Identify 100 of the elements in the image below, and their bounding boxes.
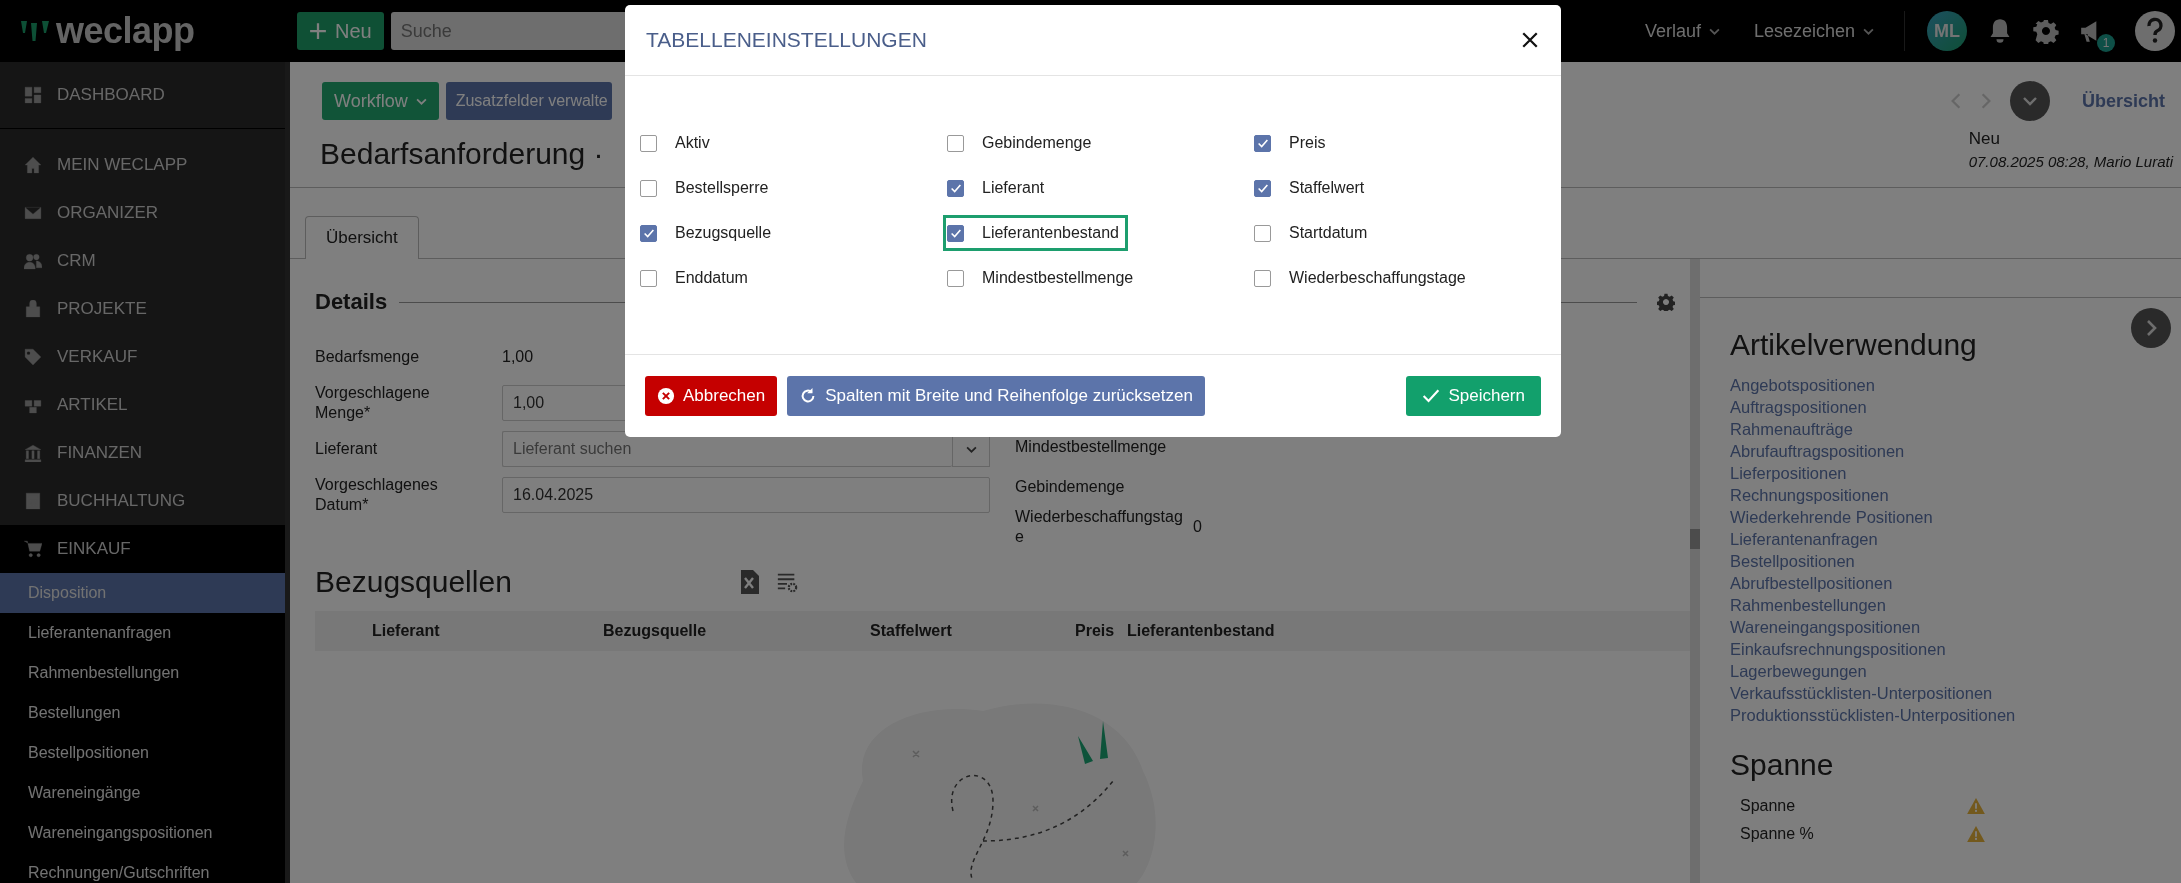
user-avatar[interactable]: ML (1927, 11, 1967, 51)
settings-icon[interactable] (1657, 293, 1675, 311)
sidebar-item[interactable]: EINKAUF (0, 525, 285, 573)
excel-export-icon[interactable] (738, 570, 760, 594)
field-label: Gebindemenge (1015, 477, 1126, 497)
expand-circle-button[interactable] (2009, 81, 2050, 121)
checkbox[interactable] (1254, 134, 1271, 152)
checkbox-option[interactable]: Preis (1250, 125, 1335, 161)
checkbox[interactable] (947, 224, 964, 242)
sidebar-subitem[interactable]: Rechnungen/Gutschriften (0, 853, 285, 883)
checkbox[interactable] (947, 134, 964, 152)
sidebar-item[interactable]: PROJEKTE (0, 285, 285, 333)
checkbox[interactable] (640, 269, 657, 287)
checkbox-option[interactable]: Gebindemenge (943, 125, 1101, 161)
tab[interactable]: Übersicht (305, 216, 419, 259)
checkbox[interactable] (1254, 224, 1271, 242)
sidebar-item[interactable]: VERKAUF (0, 333, 285, 381)
checkbox[interactable] (640, 224, 657, 242)
cancel-button[interactable]: Abbrechen (645, 376, 778, 416)
people-icon (24, 252, 42, 270)
usage-link[interactable]: Bestellpositionen (1730, 550, 2181, 572)
sidebar-item[interactable]: BUCHHALTUNG (0, 477, 285, 525)
menu-dropdown[interactable]: Verlauf (1638, 19, 1726, 43)
input-field[interactable]: 16.04.2025 (502, 477, 990, 513)
checkbox-option[interactable]: Bezugsquelle (636, 215, 781, 251)
sidebar-subitem[interactable]: Lieferantenanfragen (0, 613, 285, 653)
notification-badge: 1 (2097, 34, 2115, 52)
cancel-icon (657, 387, 675, 405)
usage-link[interactable]: Rahmenaufträge (1730, 418, 2181, 440)
usage-link[interactable]: Rechnungspositionen (1730, 484, 2181, 506)
checkbox[interactable] (640, 134, 657, 152)
envelope-icon (24, 204, 42, 222)
sidebar-item[interactable]: ORGANIZER (0, 189, 285, 237)
usage-link[interactable]: Abrufbestellpositionen (1730, 572, 2181, 594)
sidebar-subitem[interactable]: Bestellungen (0, 693, 285, 733)
sidebar-item[interactable]: DASHBOARD (0, 62, 285, 128)
usage-link[interactable]: Lagerbewegungen (1730, 660, 2181, 682)
usage-link[interactable]: Wiederkehrende Positionen (1730, 506, 2181, 528)
sidebar-subitem[interactable]: Bestellpositionen (0, 733, 285, 773)
checkbox[interactable] (947, 179, 964, 197)
usage-link[interactable]: Einkaufsrechnungspositionen (1730, 638, 2181, 660)
column-header[interactable]: Preis (1075, 622, 1127, 640)
warning-icon (1967, 826, 1985, 842)
checkbox-option[interactable]: Aktiv (636, 125, 719, 161)
weclapp-logo[interactable]: weclapp (20, 10, 285, 52)
checkbox[interactable] (947, 269, 964, 287)
column-header[interactable]: Staffelwert (870, 622, 1075, 640)
menu-dropdown[interactable]: Lesezeichen (1747, 19, 1880, 43)
created-info: 07.08.2025 08:28, Mario Lurati (1968, 153, 2173, 170)
checkbox-option[interactable]: Mindestbestellmenge (943, 260, 1143, 296)
usage-link[interactable]: Produktionsstücklisten-Unterpositionen (1730, 704, 2181, 726)
sidebar-subitem[interactable]: Wareneingänge (0, 773, 285, 813)
scrollbar-thumb[interactable] (1690, 529, 1700, 549)
usage-link[interactable]: Angebotspositionen (1730, 374, 2181, 396)
usage-link[interactable]: Rahmenbestellungen (1730, 594, 2181, 616)
overview-link[interactable]: Übersicht (2081, 90, 2165, 112)
column-header[interactable]: Lieferantenbestand (1127, 622, 1275, 640)
checkbox-option[interactable]: Lieferantenbestand (943, 215, 1128, 251)
field-label: Wiederbeschaffungstage (1015, 507, 1184, 547)
save-button[interactable]: Speichern (1406, 376, 1541, 416)
usage-link[interactable]: Abrufauftragspositionen (1730, 440, 2181, 462)
field-value: 0 (1193, 518, 1202, 536)
column-header[interactable]: Lieferant (372, 622, 603, 640)
usage-link[interactable]: Lieferantenanfragen (1730, 528, 2181, 550)
field-label: Vorgeschlagenes Datum* (315, 475, 439, 515)
help-icon[interactable] (2135, 11, 2175, 51)
settings-icon[interactable] (2033, 18, 2059, 44)
usage-link[interactable]: Auftragspositionen (1730, 396, 2181, 418)
collapse-panel-button[interactable] (2131, 308, 2171, 348)
usage-link[interactable]: Lieferpositionen (1730, 462, 2181, 484)
reset-columns-button[interactable]: Spalten mit Breite und Reihenfolge zurücksetzen (787, 376, 1205, 416)
checkbox-option[interactable]: Lieferant (943, 170, 1054, 206)
checkbox[interactable] (1254, 269, 1271, 287)
checkbox[interactable] (640, 179, 657, 197)
checkbox[interactable] (1254, 179, 1271, 197)
close-icon[interactable] (1521, 31, 1539, 49)
checkbox-option[interactable]: Wiederbeschaffungstage (1250, 260, 1475, 296)
sidebar-item[interactable]: FINANZEN (0, 429, 285, 477)
sidebar-subitem[interactable]: Disposition (0, 573, 285, 613)
field-label: Mindestbestellmenge (1015, 437, 1168, 457)
checkbox-option[interactable]: Enddatum (636, 260, 757, 296)
new-button[interactable]: Neu (297, 12, 384, 50)
checkbox-option[interactable]: Staffelwert (1250, 170, 1374, 206)
usage-link[interactable]: Wareneingangspositionen (1730, 616, 2181, 638)
checkbox-option[interactable]: Startdatum (1250, 215, 1377, 251)
field-label: Lieferant (315, 439, 379, 459)
sidebar-subitem[interactable]: Wareneingangspositionen (0, 813, 285, 853)
column-header[interactable]: Bezugsquelle (603, 622, 870, 640)
usage-link[interactable]: Verkaufsstücklisten-Unterpositionen (1730, 682, 2181, 704)
section-heading: Bezugsquellen (315, 565, 513, 599)
section-heading: Details (315, 289, 388, 315)
margin-label: Spanne (1740, 797, 1796, 815)
sidebar-subitem[interactable]: Rahmenbestellungen (0, 653, 285, 693)
sidebar-item[interactable]: CRM (0, 237, 285, 285)
logo-mark-icon (20, 19, 50, 43)
toolbar-button[interactable]: Zusatzfelder verwalte (445, 82, 612, 120)
sidebar-item[interactable]: ARTIKEL (0, 381, 285, 429)
sidebar-item[interactable]: MEIN WECLAPP (0, 141, 285, 189)
workflow-dropdown[interactable]: Workflow (322, 82, 439, 120)
checkbox-option[interactable]: Bestellsperre (636, 170, 778, 206)
